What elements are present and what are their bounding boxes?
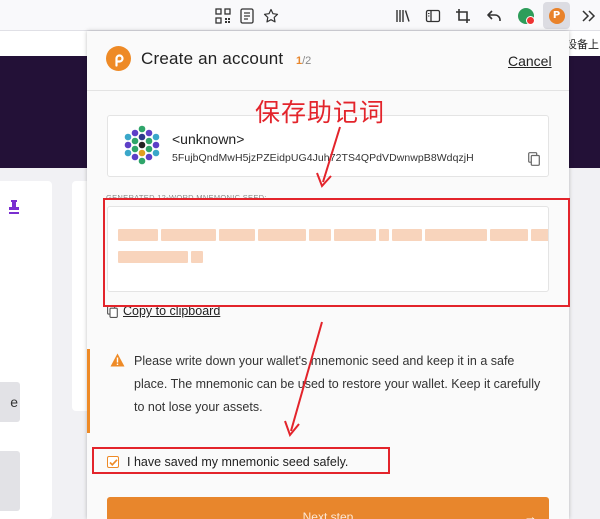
cancel-link[interactable]: Cancel [508,53,552,69]
identicon-avatar [124,125,160,165]
arrow-right-icon: → [524,509,537,519]
next-step-label: Next step [302,510,354,519]
overflow-icon[interactable] [578,6,597,25]
star-icon[interactable] [261,6,280,25]
green-extension-icon[interactable] [516,6,535,25]
copy-address-icon[interactable] [528,152,540,166]
account-name: <unknown> [172,131,245,147]
page-left-lower-block [0,451,20,511]
warning-icon [110,353,125,367]
library-icon[interactable] [393,6,412,25]
annotation-text: 保存助记词 [255,98,386,127]
step-indicator: 1/2 [296,55,311,67]
popup-title: Create an account [141,49,284,68]
browser-toolbar: P [0,0,600,31]
annotation-box-checkbox [92,447,390,474]
polkadot-extension-icon[interactable]: P [543,2,570,29]
pin-icon [9,200,19,215]
annotation-box-seed [103,198,570,307]
step-total: /2 [302,55,312,67]
qr-code-icon[interactable] [213,6,232,25]
next-step-button[interactable]: Next step → [107,497,549,519]
sidebar-icon[interactable] [423,6,442,25]
polkadot-logo-icon [106,46,131,71]
crop-icon[interactable] [453,6,472,25]
page-left-button[interactable]: e [0,382,20,422]
undo-icon[interactable] [484,6,503,25]
page-top-right-text: 设备上 [566,38,599,51]
account-address: 5FujbQndMwH5jzPZEidpUG4Juh72TS4QPdVDwnwp… [172,152,474,164]
reader-view-icon[interactable] [237,6,256,25]
warning-accent-bar [87,349,90,433]
popup-header: Create an account 1/2 Cancel [87,31,569,91]
warning-text: Please write down your wallet's mnemonic… [134,354,541,414]
warning-notice: Please write down your wallet's mnemonic… [87,349,569,433]
